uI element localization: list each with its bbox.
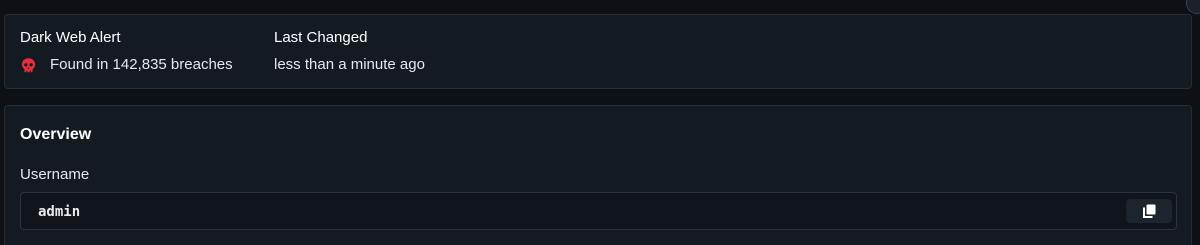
- copy-username-button[interactable]: [1126, 199, 1172, 223]
- username-value[interactable]: admin: [38, 202, 80, 222]
- overview-card: Overview Username admin: [4, 105, 1192, 245]
- copy-icon: [1143, 204, 1156, 218]
- dark-web-alert-section: Dark Web Alert Found in 142,835 breaches: [20, 28, 233, 75]
- dark-web-alert-status: Found in 142,835 breaches: [20, 55, 233, 75]
- username-field[interactable]: admin: [20, 192, 1177, 230]
- last-changed-section: Last Changed less than a minute ago: [274, 28, 425, 75]
- skull-icon: [21, 57, 36, 72]
- alert-card: Dark Web Alert Found in 142,835 breaches…: [4, 14, 1192, 89]
- last-changed-value: less than a minute ago: [274, 56, 425, 73]
- scroll-thumb[interactable]: [1186, 0, 1200, 14]
- page: Dark Web Alert Found in 142,835 breaches…: [0, 0, 1200, 245]
- username-label: Username: [20, 166, 90, 183]
- overview-title: Overview: [20, 126, 92, 143]
- last-changed-title: Last Changed: [274, 29, 368, 46]
- dark-web-alert-title: Dark Web Alert: [20, 29, 121, 46]
- breach-count-text: Found in 142,835 breaches: [50, 56, 233, 73]
